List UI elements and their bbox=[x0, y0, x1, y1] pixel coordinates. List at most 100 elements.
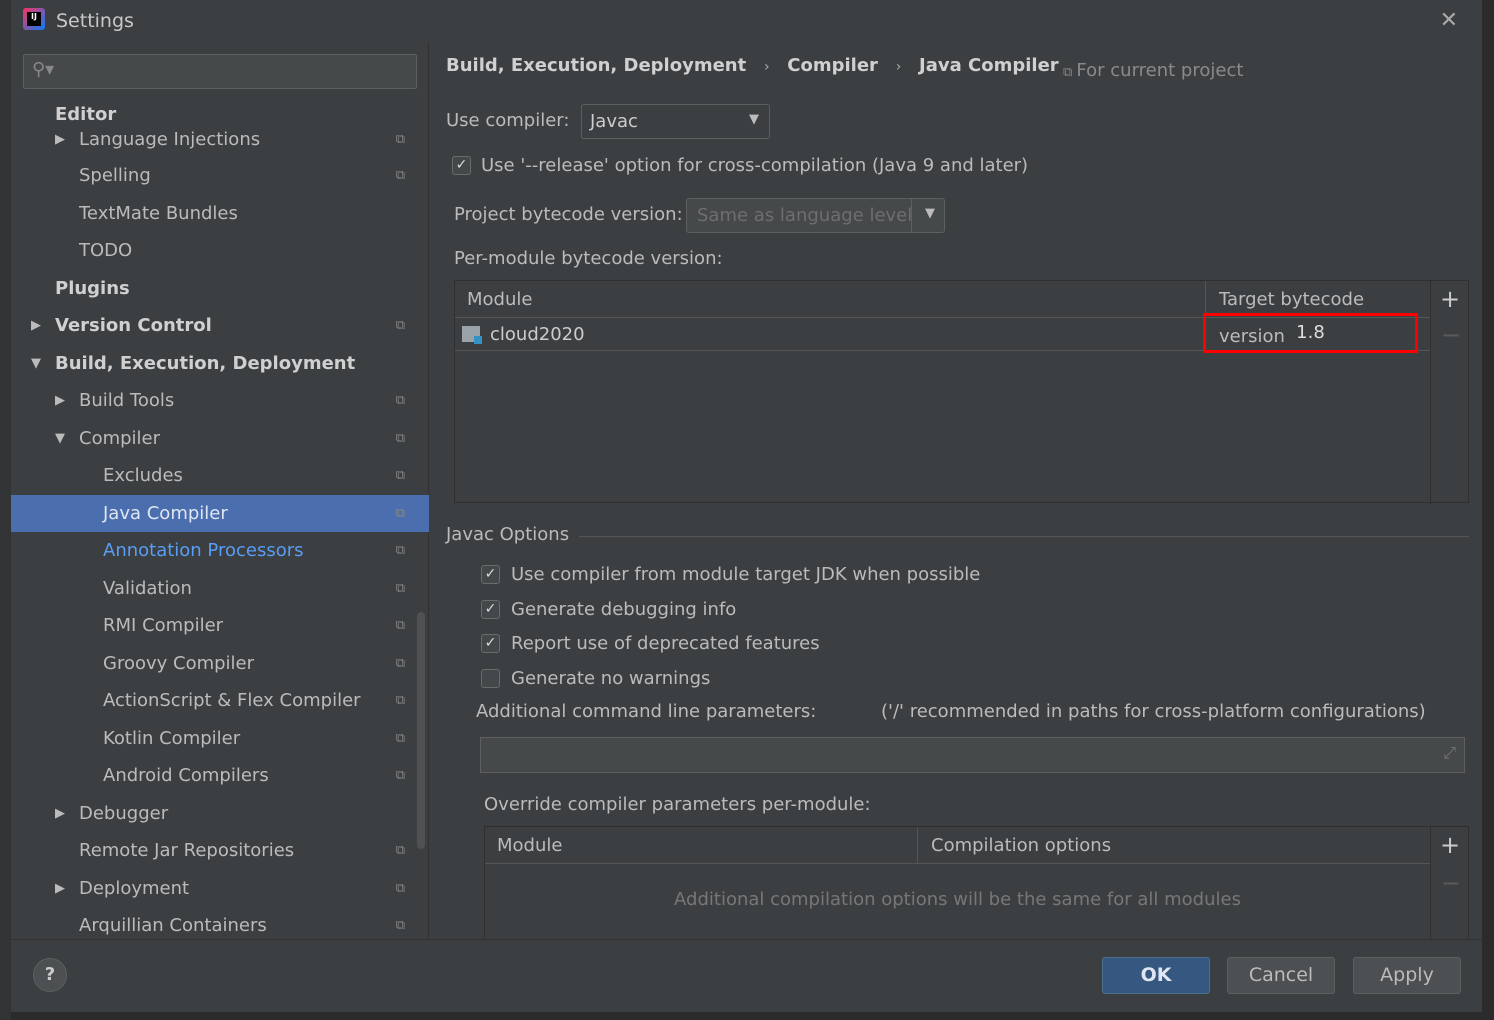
copy-icon: ⧉ bbox=[395, 318, 405, 333]
per-module-label: Per-module bytecode version: bbox=[454, 248, 723, 269]
sidebar-item-label: Groovy Compiler bbox=[103, 653, 255, 674]
project-bytecode-select[interactable]: Same as language level ▼ bbox=[686, 198, 945, 233]
sidebar-item[interactable]: Validation ⧉ bbox=[11, 570, 429, 607]
compiler-select[interactable]: Javac ▼ bbox=[581, 104, 770, 139]
sidebar-item[interactable]: ▶ Version Control ⧉ bbox=[11, 307, 429, 344]
option-checkbox[interactable]: ✓ bbox=[481, 565, 500, 584]
chevron-right-icon[interactable]: ▶ bbox=[55, 121, 65, 158]
column-header-options[interactable]: Compilation options bbox=[931, 827, 1111, 864]
divider bbox=[911, 199, 912, 232]
sidebar-item[interactable]: ▶ Language Injections ⧉ bbox=[11, 121, 429, 158]
sidebar-item-label: Remote Jar Repositories bbox=[79, 840, 295, 861]
sidebar-item[interactable]: ▼ Build, Execution, Deployment bbox=[11, 345, 429, 382]
add-icon[interactable]: + bbox=[1440, 285, 1460, 313]
sidebar-item-label: Validation bbox=[103, 578, 192, 599]
sidebar-item[interactable]: Plugins bbox=[11, 270, 429, 307]
chevron-down-icon: ▼ bbox=[749, 112, 759, 127]
table-row[interactable]: cloud2020 1.8 bbox=[455, 313, 1430, 353]
copy-icon: ⧉ bbox=[395, 581, 405, 596]
option-checkbox[interactable]: ✓ bbox=[481, 600, 500, 619]
scope-label: ⧉ For current project bbox=[1063, 60, 1244, 81]
sidebar-item[interactable]: ▶ Build Tools ⧉ bbox=[11, 382, 429, 419]
sidebar-item[interactable]: ▶ Deployment ⧉ bbox=[11, 870, 429, 907]
params-input[interactable]: ⤢ bbox=[480, 737, 1465, 773]
ok-button[interactable]: OK bbox=[1102, 957, 1210, 994]
release-label: Use '--release' option for cross-compila… bbox=[481, 155, 1029, 176]
per-module-table: Module Target bytecode version cloud2020… bbox=[454, 280, 1469, 504]
remove-icon[interactable]: − bbox=[1441, 869, 1461, 897]
sidebar-item[interactable]: Remote Jar Repositories ⧉ bbox=[11, 832, 429, 869]
sidebar-item-label: Build Tools bbox=[79, 390, 175, 411]
sidebar-scrollbar[interactable] bbox=[417, 612, 425, 849]
chevron-right-icon[interactable]: ▶ bbox=[31, 307, 41, 344]
close-icon[interactable]: ✕ bbox=[1440, 8, 1458, 33]
sidebar-item-label: Spelling bbox=[79, 165, 151, 186]
sidebar-item-label: Debugger bbox=[79, 803, 169, 824]
copy-icon: ⧉ bbox=[395, 843, 405, 858]
sidebar: ⚲▾ Editor ▶ Language Injections ⧉ Spelling ⧉ T… bbox=[11, 42, 429, 939]
search-icon: ⚲▾ bbox=[32, 59, 55, 80]
sidebar-item[interactable]: Excludes ⧉ bbox=[11, 457, 429, 494]
divider bbox=[1430, 827, 1431, 940]
params-label: Additional command line parameters: bbox=[476, 701, 817, 722]
sidebar-item-label: Version Control bbox=[55, 315, 212, 336]
intellij-logo-icon: IJ bbox=[23, 8, 45, 30]
sidebar-item-label: TODO bbox=[79, 240, 133, 261]
remove-icon[interactable]: − bbox=[1441, 321, 1461, 349]
sidebar-item[interactable]: RMI Compiler ⧉ bbox=[11, 607, 429, 644]
breadcrumb-item: Java Compiler bbox=[919, 55, 1059, 76]
breadcrumb-item[interactable]: Build, Execution, Deployment bbox=[446, 55, 746, 76]
sidebar-item-label: Language Injections bbox=[79, 129, 261, 150]
cancel-button[interactable]: Cancel bbox=[1227, 957, 1335, 994]
copy-icon: ⧉ bbox=[395, 132, 405, 147]
option-label: Generate no warnings bbox=[511, 668, 711, 689]
option-checkbox[interactable]: ✓ bbox=[481, 634, 500, 653]
option-label: Report use of deprecated features bbox=[511, 633, 820, 654]
sidebar-item[interactable]: Annotation Processors ⧉ bbox=[11, 532, 429, 569]
sidebar-item-label: Java Compiler bbox=[103, 503, 228, 524]
sidebar-item-label: RMI Compiler bbox=[103, 615, 224, 636]
add-icon[interactable]: + bbox=[1440, 831, 1460, 859]
release-checkbox[interactable]: ✓ bbox=[452, 156, 471, 175]
expand-icon[interactable]: ⤢ bbox=[1443, 743, 1456, 763]
chevron-right-icon[interactable]: ▶ bbox=[55, 382, 65, 419]
sidebar-item-label: ActionScript & Flex Compiler bbox=[103, 690, 361, 711]
chevron-down-icon[interactable]: ▼ bbox=[55, 420, 65, 457]
sidebar-item[interactable]: Groovy Compiler ⧉ bbox=[11, 645, 429, 682]
override-table: Module Compilation options Additional co… bbox=[484, 826, 1469, 940]
chevron-down-icon[interactable]: ▼ bbox=[31, 345, 41, 382]
option-checkbox[interactable] bbox=[481, 669, 500, 688]
sidebar-item[interactable]: ActionScript & Flex Compiler ⧉ bbox=[11, 682, 429, 719]
sidebar-item-label: TextMate Bundles bbox=[79, 203, 238, 224]
sidebar-item[interactable]: Spelling ⧉ bbox=[11, 157, 429, 194]
sidebar-item[interactable]: ▶ Debugger bbox=[11, 795, 429, 832]
sidebar-item[interactable]: TODO bbox=[11, 232, 429, 269]
sidebar-item[interactable]: TextMate Bundles bbox=[11, 195, 429, 232]
sidebar-item-label: Kotlin Compiler bbox=[103, 728, 241, 749]
sidebar-item[interactable]: ▼ Compiler ⧉ bbox=[11, 420, 429, 457]
table-header: Module Compilation options bbox=[485, 827, 1430, 864]
copy-icon: ⧉ bbox=[395, 506, 405, 521]
column-header-module[interactable]: Module bbox=[497, 827, 562, 864]
ide-background bbox=[0, 0, 11, 1020]
chevron-down-icon: ▼ bbox=[925, 206, 935, 221]
sidebar-item[interactable]: Java Compiler ⧉ bbox=[11, 495, 429, 532]
compiler-value: Javac bbox=[590, 111, 638, 132]
divider bbox=[917, 827, 918, 864]
copy-icon: ⧉ bbox=[395, 168, 405, 183]
option-label: Generate debugging info bbox=[511, 599, 737, 620]
breadcrumb-separator: › bbox=[895, 59, 902, 75]
sidebar-item[interactable]: Android Compilers ⧉ bbox=[11, 757, 429, 794]
copy-icon: ⧉ bbox=[395, 618, 405, 633]
help-button[interactable]: ? bbox=[33, 958, 67, 992]
chevron-right-icon[interactable]: ▶ bbox=[55, 870, 65, 907]
copy-icon: ⧉ bbox=[395, 731, 405, 746]
chevron-right-icon[interactable]: ▶ bbox=[55, 795, 65, 832]
use-compiler-label: Use compiler: bbox=[446, 110, 570, 131]
apply-button[interactable]: Apply bbox=[1353, 957, 1461, 994]
sidebar-item[interactable]: Kotlin Compiler ⧉ bbox=[11, 720, 429, 757]
target-version-cell[interactable]: 1.8 bbox=[1203, 313, 1418, 353]
column-header-module[interactable]: Module bbox=[467, 281, 532, 318]
breadcrumb-item[interactable]: Compiler bbox=[787, 55, 878, 76]
search-input[interactable]: ⚲▾ bbox=[23, 54, 417, 89]
